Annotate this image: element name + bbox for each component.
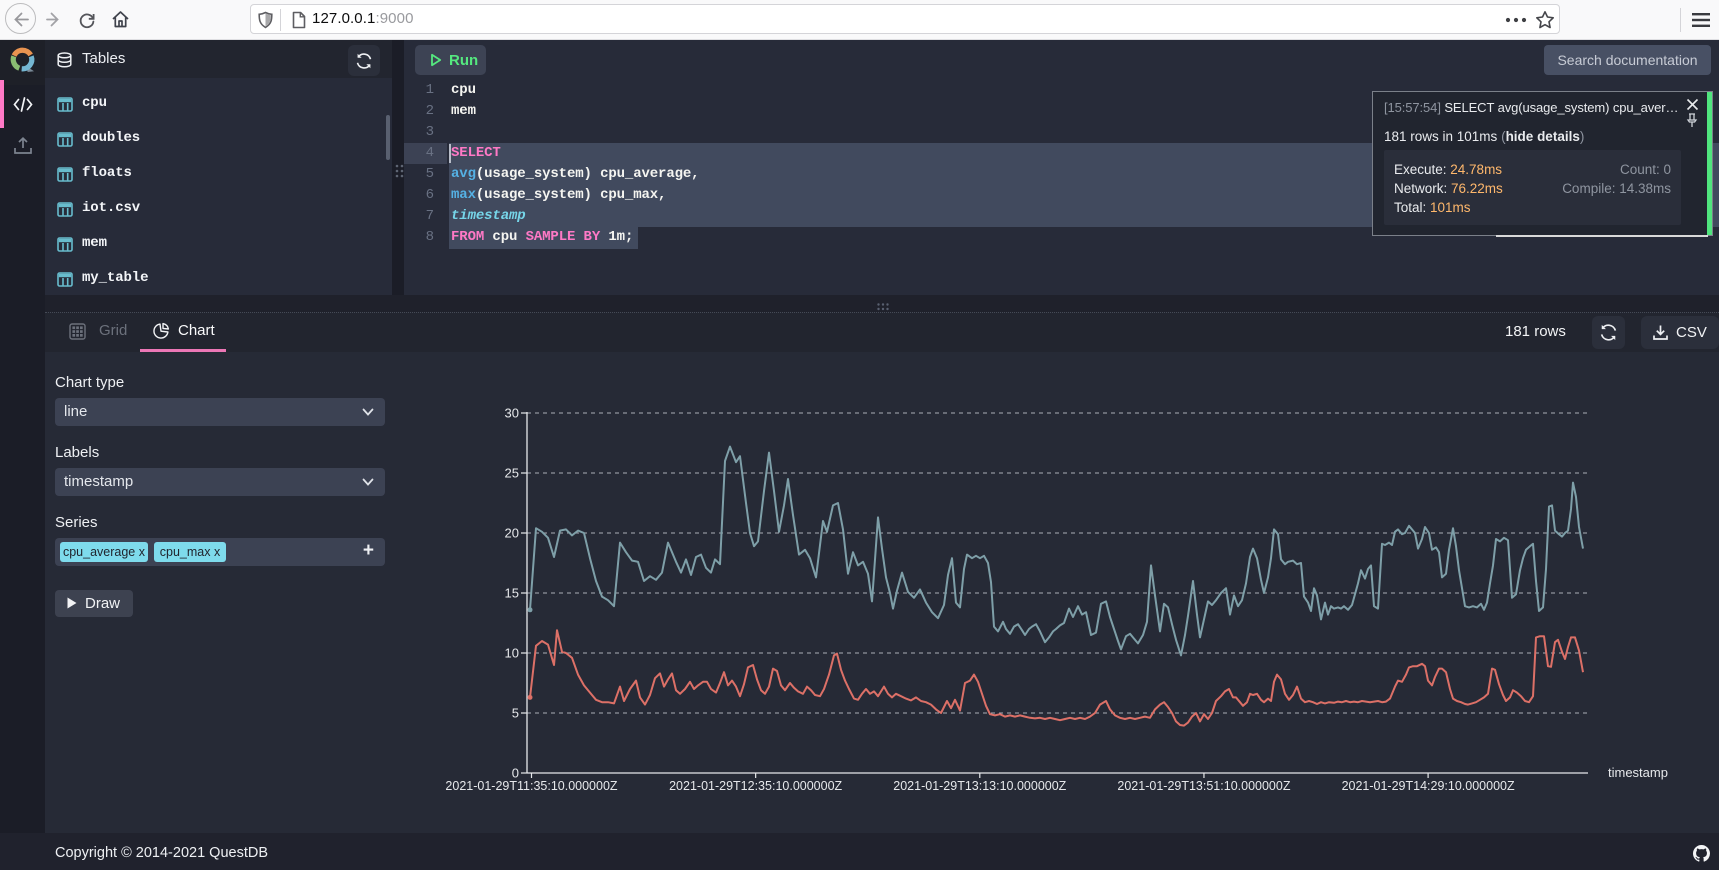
svg-text:10: 10 — [505, 646, 519, 661]
svg-text:2021-01-29T11:35:10.000000Z: 2021-01-29T11:35:10.000000Z — [445, 779, 617, 793]
svg-text:2021-01-29T14:29:10.000000Z: 2021-01-29T14:29:10.000000Z — [1342, 779, 1515, 793]
svg-text:20: 20 — [505, 526, 519, 541]
svg-text:25: 25 — [505, 466, 519, 481]
svg-text:2021-01-29T12:35:10.000000Z: 2021-01-29T12:35:10.000000Z — [669, 779, 842, 793]
svg-text:15: 15 — [505, 586, 519, 601]
svg-text:timestamp: timestamp — [1608, 765, 1668, 780]
svg-text:2021-01-29T13:51:10.000000Z: 2021-01-29T13:51:10.000000Z — [1117, 779, 1290, 793]
svg-text:2021-01-29T13:13:10.000000Z: 2021-01-29T13:13:10.000000Z — [893, 779, 1066, 793]
svg-text:5: 5 — [512, 706, 519, 721]
svg-text:30: 30 — [505, 406, 519, 421]
